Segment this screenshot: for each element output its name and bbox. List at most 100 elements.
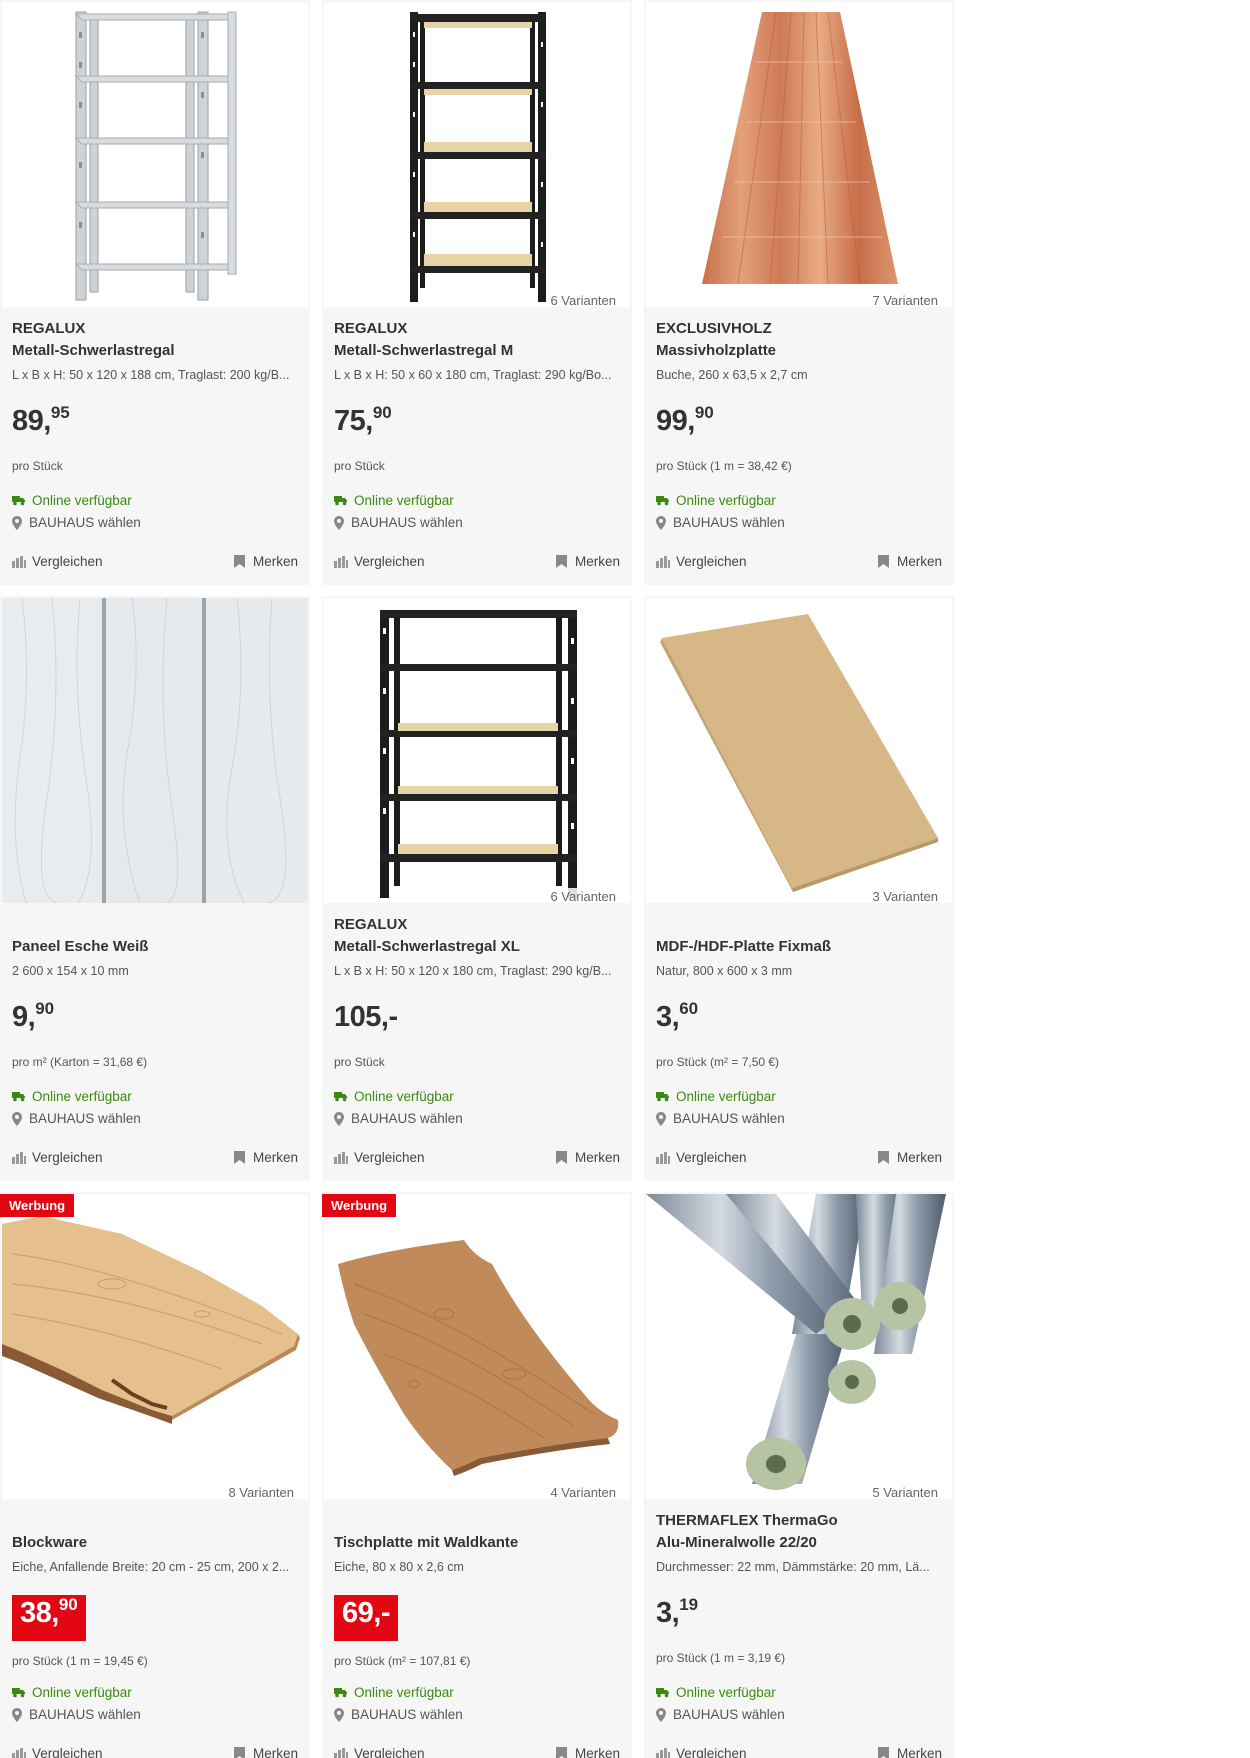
product-name[interactable]: Tischplatte mit Waldkante	[334, 1532, 620, 1554]
location-pin-icon	[12, 515, 22, 530]
remember-button[interactable]: Merken	[555, 1746, 620, 1758]
compare-icon	[334, 555, 348, 568]
product-card[interactable]: Werbung 8 Varianten Blockware Eiche, Anf…	[0, 1192, 310, 1758]
select-store-link[interactable]: BAUHAUS wählen	[656, 1111, 785, 1126]
availability: Online verfügbar	[656, 493, 776, 508]
product-price-sale: 38,90	[12, 1595, 86, 1641]
variants-count: 4 Varianten	[546, 1484, 620, 1499]
product-card[interactable]: Paneel Esche Weiß 2 600 x 154 x 10 mm 9,…	[0, 596, 310, 1181]
product-image[interactable]: 8 Varianten	[2, 1194, 308, 1499]
product-card[interactable]: 7 Varianten EXCLUSIVHOLZ Massivholzplatt…	[644, 0, 954, 585]
compare-button[interactable]: Vergleichen	[12, 1150, 103, 1165]
remember-button[interactable]: Merken	[233, 1746, 298, 1758]
product-name[interactable]: Alu-Mineralwolle 22/20	[656, 1532, 942, 1554]
truck-icon	[12, 1092, 25, 1102]
select-store-link[interactable]: BAUHAUS wählen	[12, 1707, 141, 1722]
compare-button[interactable]: Vergleichen	[656, 554, 747, 569]
product-image[interactable]: 6 Varianten	[324, 598, 630, 903]
select-store-link[interactable]: BAUHAUS wählen	[334, 1111, 463, 1126]
availability: Online verfügbar	[12, 1685, 132, 1700]
remember-button[interactable]: Merken	[877, 1150, 942, 1165]
compare-icon	[12, 1747, 26, 1758]
product-image[interactable]: 5 Varianten	[646, 1194, 952, 1499]
product-price: 75,90	[334, 403, 392, 437]
mdf-board-icon	[660, 614, 938, 892]
bookmark-icon	[877, 555, 889, 568]
product-image[interactable]	[2, 598, 308, 903]
product-description: L x B x H: 50 x 120 x 188 cm, Traglast: …	[12, 368, 290, 382]
product-image[interactable]: 3 Varianten	[646, 598, 952, 903]
product-card[interactable]: Werbung 4 Varianten Tischplatte mit Wald…	[322, 1192, 632, 1758]
shelf-icon	[74, 11, 237, 301]
compare-icon	[656, 555, 670, 568]
remember-button[interactable]: Merken	[233, 1150, 298, 1165]
compare-icon	[12, 1151, 26, 1164]
select-store-link[interactable]: BAUHAUS wählen	[334, 1707, 463, 1722]
truck-icon	[12, 1688, 25, 1698]
product-name[interactable]: Blockware	[12, 1532, 298, 1554]
truck-icon	[12, 496, 25, 506]
product-name[interactable]: Metall-Schwerlastregal	[12, 340, 298, 362]
compare-icon	[334, 1151, 348, 1164]
compare-button[interactable]: Vergleichen	[334, 1150, 425, 1165]
ad-badge: Werbung	[0, 1194, 75, 1217]
panel-icon	[2, 598, 308, 903]
product-brand: EXCLUSIVHOLZ	[656, 320, 772, 337]
product-card[interactable]: 5 Varianten THERMAFLEX ThermaGo Alu-Mine…	[644, 1192, 954, 1758]
truck-icon	[656, 1092, 669, 1102]
compare-button[interactable]: Vergleichen	[334, 554, 425, 569]
product-image[interactable]: 7 Varianten	[646, 2, 952, 307]
product-card[interactable]: 3 Varianten MDF-/HDF-Platte Fixmaß Natur…	[644, 596, 954, 1181]
compare-button[interactable]: Vergleichen	[12, 554, 103, 569]
remember-button[interactable]: Merken	[877, 1746, 942, 1758]
product-name[interactable]: Metall-Schwerlastregal M	[334, 340, 620, 362]
product-image[interactable]	[2, 2, 308, 307]
bookmark-icon	[877, 1151, 889, 1164]
availability: Online verfügbar	[12, 1089, 132, 1104]
select-store-link[interactable]: BAUHAUS wählen	[12, 1111, 141, 1126]
product-price: 105,-	[334, 1001, 398, 1033]
price-unit: pro Stück (1 m = 3,19 €)	[656, 1651, 786, 1665]
product-name[interactable]: Massivholzplatte	[656, 340, 942, 362]
compare-button[interactable]: Vergleichen	[12, 1746, 103, 1758]
remember-button[interactable]: Merken	[555, 554, 620, 569]
product-brand: REGALUX	[334, 320, 408, 337]
product-name[interactable]: Paneel Esche Weiß	[12, 936, 298, 958]
variants-count: 6 Varianten	[546, 292, 620, 307]
price-unit: pro Stück (1 m = 19,45 €)	[12, 1654, 148, 1668]
product-description: Natur, 800 x 600 x 3 mm	[656, 964, 793, 978]
product-description: Durchmesser: 22 mm, Dämmstärke: 20 mm, L…	[656, 1560, 930, 1574]
compare-button[interactable]: Vergleichen	[656, 1746, 747, 1758]
availability: Online verfügbar	[334, 1685, 454, 1700]
price-unit: pro Stück	[12, 459, 63, 473]
select-store-link[interactable]: BAUHAUS wählen	[656, 1707, 785, 1722]
location-pin-icon	[656, 1707, 666, 1722]
remember-button[interactable]: Merken	[877, 554, 942, 569]
select-store-link[interactable]: BAUHAUS wählen	[12, 515, 141, 530]
tabletop-icon	[338, 1240, 619, 1476]
product-card[interactable]: 6 Varianten REGALUX Metall-Schwerlastreg…	[322, 596, 632, 1181]
bookmark-icon	[555, 555, 567, 568]
product-brand: REGALUX	[12, 320, 86, 337]
shelf-icon	[380, 610, 577, 898]
select-store-link[interactable]: BAUHAUS wählen	[656, 515, 785, 530]
truck-icon	[334, 496, 347, 506]
truck-icon	[656, 496, 669, 506]
select-store-link[interactable]: BAUHAUS wählen	[334, 515, 463, 530]
remember-button[interactable]: Merken	[555, 1150, 620, 1165]
price-unit: pro Stück	[334, 1055, 385, 1069]
product-card[interactable]: 6 Varianten REGALUX Metall-Schwerlastreg…	[322, 0, 632, 585]
product-brand: THERMAFLEX ThermaGo	[656, 1512, 838, 1529]
live-edge-plank-icon	[2, 1216, 300, 1424]
compare-button[interactable]: Vergleichen	[656, 1150, 747, 1165]
product-name[interactable]: Metall-Schwerlastregal XL	[334, 936, 620, 958]
product-card[interactable]: REGALUX Metall-Schwerlastregal L x B x H…	[0, 0, 310, 585]
remember-button[interactable]: Merken	[233, 554, 298, 569]
product-description: Eiche, Anfallende Breite: 20 cm - 25 cm,…	[12, 1560, 290, 1574]
compare-button[interactable]: Vergleichen	[334, 1746, 425, 1758]
product-name[interactable]: MDF-/HDF-Platte Fixmaß	[656, 936, 942, 958]
product-image[interactable]: 6 Varianten	[324, 2, 630, 307]
product-description: L x B x H: 50 x 120 x 180 cm, Traglast: …	[334, 964, 612, 978]
product-image[interactable]: 4 Varianten	[324, 1194, 630, 1499]
variants-count: 5 Varianten	[868, 1484, 942, 1499]
